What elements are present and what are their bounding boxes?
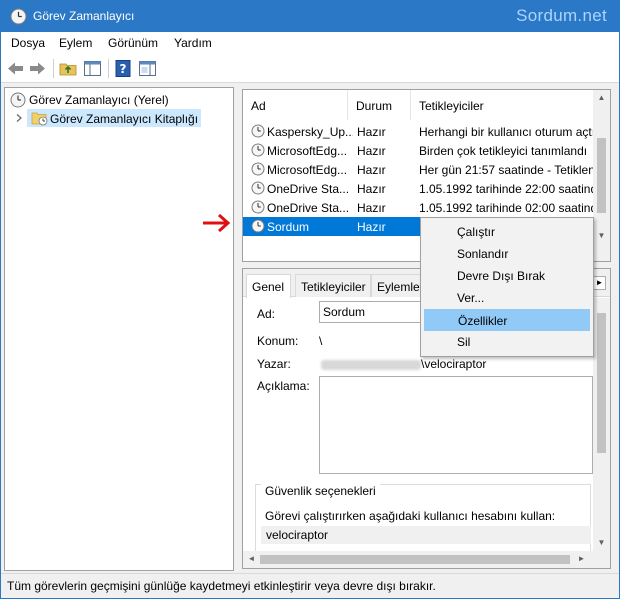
window-title: Görev Zamanlayıcı bbox=[33, 9, 135, 23]
task-name: MicrosoftEdg... bbox=[267, 163, 348, 177]
clock-icon bbox=[10, 92, 26, 108]
show-hide-tree-icon[interactable] bbox=[83, 59, 102, 78]
task-status: Hazır bbox=[357, 125, 386, 139]
clock-icon bbox=[251, 181, 265, 195]
details-horizontal-scrollbar[interactable]: ◄ ► bbox=[243, 551, 610, 568]
task-row[interactable]: Kaspersky_Up... Hazır Herhangi bir kullanı… bbox=[243, 122, 595, 141]
svg-text:?: ? bbox=[120, 62, 127, 76]
task-status: Hazır bbox=[357, 163, 386, 177]
back-arrow-icon[interactable] bbox=[6, 59, 25, 78]
task-trigger: 1.05.1992 tarihinde 02:00 saatinde - Tet… bbox=[419, 201, 595, 215]
menu-eylem[interactable]: Eylem bbox=[59, 36, 92, 50]
task-status: Hazır bbox=[357, 144, 386, 158]
task-row[interactable]: MicrosoftEdg... Hazır Her gün 21:57 saatin… bbox=[243, 160, 595, 179]
details-vertical-scrollbar[interactable]: ▼ bbox=[593, 298, 610, 551]
menu-dosya[interactable]: Dosya bbox=[11, 36, 45, 50]
menu-item-run[interactable]: Çalıştır bbox=[424, 221, 590, 243]
help-icon[interactable]: ? bbox=[114, 59, 133, 78]
name-field[interactable]: Sordum bbox=[319, 301, 429, 323]
task-name: MicrosoftEdg... bbox=[267, 144, 348, 158]
task-scheduler-window: Görev Zamanlayıcı Sordum.net Dosya Eylem… bbox=[0, 0, 620, 599]
tab-triggers[interactable]: Tetikleyiciler bbox=[295, 274, 371, 297]
tab-general[interactable]: Genel bbox=[246, 274, 291, 298]
chevron-right-icon[interactable] bbox=[14, 113, 24, 123]
red-arrow-icon bbox=[203, 213, 231, 233]
status-text: Tüm görevlerin geçmişini günlüğe kaydetm… bbox=[7, 579, 436, 593]
security-text: Görevi çalıştırırken aşağıdaki kullanıcı… bbox=[265, 509, 556, 523]
task-row[interactable]: MicrosoftEdg... Hazır Birden çok tetikleyi… bbox=[243, 141, 595, 160]
task-name: OneDrive Sta... bbox=[267, 201, 350, 215]
status-bar: Tüm görevlerin geçmişini günlüğe kaydetm… bbox=[1, 573, 619, 598]
task-trigger: Birden çok tetikleyici tanımlandı bbox=[419, 144, 588, 158]
clock-icon bbox=[10, 8, 27, 25]
tree-item-root[interactable]: Görev Zamanlayıcı (Yerel) bbox=[7, 91, 227, 109]
tree-item-library[interactable]: Görev Zamanlayıcı Kitaplığı bbox=[16, 109, 201, 127]
author-value: \velociraptor bbox=[421, 357, 487, 371]
scrollbar-thumb[interactable] bbox=[597, 313, 606, 453]
task-name: Sordum bbox=[267, 220, 310, 234]
column-header-triggers[interactable]: Tetikleyiciler bbox=[411, 90, 601, 120]
scroll-up-icon[interactable]: ▲ bbox=[593, 93, 610, 102]
tree-item-label: Görev Zamanlayıcı (Yerel) bbox=[29, 93, 169, 107]
clock-icon bbox=[251, 143, 265, 157]
scrollbar-thumb[interactable] bbox=[260, 555, 570, 564]
title-bar: Görev Zamanlayıcı Sordum.net bbox=[1, 1, 619, 32]
task-trigger: Her gün 21:57 saatinde - Tetiklendikten … bbox=[419, 163, 595, 177]
tab-actions[interactable]: Eylemler bbox=[371, 274, 425, 297]
toolbar: ? bbox=[1, 54, 619, 83]
tree-item-label: Görev Zamanlayıcı Kitaplığı bbox=[50, 112, 199, 126]
task-name: OneDrive Sta... bbox=[267, 182, 350, 196]
clock-icon bbox=[251, 219, 265, 233]
menu-item-properties[interactable]: Özellikler bbox=[424, 309, 590, 331]
menu-item-export[interactable]: Ver... bbox=[424, 287, 590, 309]
tab-scroll-right-icon[interactable]: ► bbox=[593, 276, 606, 290]
folder-clock-icon bbox=[31, 112, 48, 126]
up-folder-icon[interactable] bbox=[59, 59, 78, 78]
task-name: Kaspersky_Up... bbox=[267, 125, 353, 139]
name-label: Ad: bbox=[257, 307, 276, 321]
description-label: Açıklama: bbox=[257, 379, 310, 393]
navigation-tree: Görev Zamanlayıcı (Yerel) Görev Zamanlay… bbox=[4, 87, 234, 571]
toolbar-separator bbox=[108, 59, 109, 78]
menu-gorunum[interactable]: Görünüm bbox=[108, 36, 158, 50]
scrollbar-thumb[interactable] bbox=[597, 138, 606, 213]
scroll-left-icon[interactable]: ◄ bbox=[243, 554, 260, 563]
menu-bar: Dosya Eylem Görünüm Yardım bbox=[1, 32, 619, 54]
toolbar-separator bbox=[53, 59, 54, 78]
task-row[interactable]: OneDrive Sta... Hazır 1.05.1992 tarihinde … bbox=[243, 198, 595, 217]
context-menu: Çalıştır Sonlandır Devre Dışı Bırak Ver.… bbox=[420, 217, 594, 357]
task-row[interactable]: OneDrive Sta... Hazır 1.05.1992 tarihinde … bbox=[243, 179, 595, 198]
location-value: \ bbox=[319, 334, 323, 348]
task-list-scrollbar[interactable]: ▲ ▼ bbox=[593, 90, 610, 261]
description-field[interactable] bbox=[319, 376, 593, 474]
task-status: Hazır bbox=[357, 220, 386, 234]
security-options-title: Güvenlik seçenekleri bbox=[261, 484, 380, 498]
task-trigger: Herhangi bir kullanıcı oturum açtığında bbox=[419, 125, 595, 139]
menu-item-end[interactable]: Sonlandır bbox=[424, 243, 590, 265]
column-header-status[interactable]: Durum bbox=[348, 90, 410, 120]
watermark: Sordum.net bbox=[516, 6, 607, 25]
name-value: Sordum bbox=[323, 305, 366, 319]
location-label: Konum: bbox=[257, 334, 299, 348]
menu-item-disable[interactable]: Devre Dışı Bırak bbox=[424, 265, 590, 287]
column-header-name[interactable]: Ad bbox=[243, 90, 347, 120]
menu-item-delete[interactable]: Sil bbox=[424, 331, 590, 353]
menu-yardim[interactable]: Yardım bbox=[174, 36, 212, 50]
clock-icon bbox=[251, 124, 265, 138]
author-label: Yazar: bbox=[257, 357, 291, 371]
scroll-down-icon[interactable]: ▼ bbox=[593, 538, 610, 547]
task-status: Hazır bbox=[357, 201, 386, 215]
blurred-author-name bbox=[321, 360, 421, 370]
task-trigger: 1.05.1992 tarihinde 22:00 saatinde - Tet… bbox=[419, 182, 595, 196]
security-user-field: velociraptor bbox=[261, 526, 591, 544]
clock-icon bbox=[251, 162, 265, 176]
scroll-right-icon[interactable]: ► bbox=[573, 554, 590, 563]
clock-icon bbox=[251, 200, 265, 214]
forward-arrow-icon[interactable] bbox=[28, 59, 47, 78]
task-status: Hazır bbox=[357, 182, 386, 196]
scroll-down-icon[interactable]: ▼ bbox=[593, 231, 610, 240]
security-user-value: velociraptor bbox=[266, 528, 329, 542]
show-action-pane-icon[interactable] bbox=[138, 59, 157, 78]
